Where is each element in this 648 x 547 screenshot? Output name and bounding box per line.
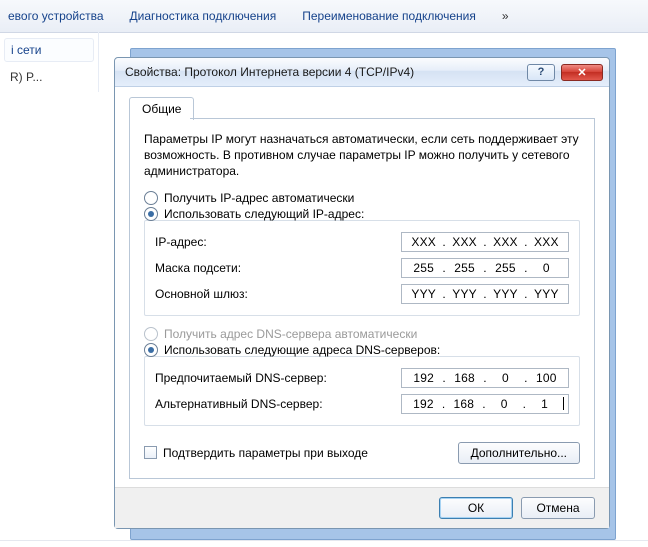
tab-strip: Общие — [129, 97, 595, 119]
input-ip-address[interactable]: XXX. XXX. XXX. XXX — [401, 232, 569, 252]
label-subnet: Маска подсети: — [155, 261, 401, 275]
radio-dns-manual-label[interactable]: Использовать следующие адреса DNS-сервер… — [164, 343, 440, 357]
checkbox-validate[interactable] — [144, 446, 157, 459]
radio-ip-manual-label[interactable]: Использовать следующий IP-адрес: — [164, 207, 364, 221]
radio-ip-auto-label[interactable]: Получить IP-адрес автоматически — [164, 191, 354, 205]
label-gateway: Основной шлюз: — [155, 287, 401, 301]
checkbox-validate-label[interactable]: Подтвердить параметры при выходе — [163, 446, 368, 460]
radio-dns-auto-label: Получить адрес DNS-сервера автоматически — [164, 327, 417, 341]
advanced-button[interactable]: Дополнительно... — [458, 442, 580, 464]
label-dns-pref: Предпочитаемый DNS-сервер: — [155, 371, 401, 385]
close-button[interactable]: ✕ — [561, 64, 603, 81]
radio-dns-manual[interactable] — [144, 343, 158, 357]
input-dns-alt[interactable]: 192. 168. 0. 1 — [401, 394, 569, 414]
dialog-title: Свойства: Протокол Интернета версии 4 (T… — [125, 65, 527, 79]
label-ip-address: IP-адрес: — [155, 235, 401, 249]
ipv4-properties-dialog: Свойства: Протокол Интернета версии 4 (T… — [114, 57, 610, 529]
side-item[interactable]: R) P... — [4, 68, 94, 86]
ip-group: IP-адрес: XXX. XXX. XXX. XXX Маска подсе… — [144, 220, 580, 316]
radio-dns-auto — [144, 327, 158, 341]
side-panel: і сети R) P... — [0, 32, 99, 92]
menu-item-device[interactable]: евого устройства — [8, 9, 104, 23]
help-icon: ? — [538, 66, 545, 78]
input-gateway[interactable]: YYY. YYY. YYY. YYY — [401, 284, 569, 304]
menu-bar: евого устройства Диагностика подключения… — [0, 0, 648, 33]
input-dns-pref[interactable]: 192. 168. 0. 100 — [401, 368, 569, 388]
input-subnet[interactable]: 255. 255. 255. 0 — [401, 258, 569, 278]
description-text: Параметры IP могут назначаться автоматич… — [144, 131, 580, 180]
menu-overflow-icon[interactable]: » — [502, 9, 509, 23]
dialog-button-bar: ОК Отмена — [115, 487, 609, 528]
ok-button[interactable]: ОК — [439, 497, 513, 519]
label-dns-alt: Альтернативный DNS-сервер: — [155, 397, 401, 411]
cancel-button[interactable]: Отмена — [521, 497, 595, 519]
tab-panel: Параметры IP могут назначаться автоматич… — [129, 119, 595, 479]
titlebar[interactable]: Свойства: Протокол Интернета версии 4 (T… — [115, 58, 609, 87]
side-header: і сети — [4, 38, 94, 62]
menu-item-rename[interactable]: Переименование подключения — [302, 9, 476, 23]
radio-ip-manual[interactable] — [144, 207, 158, 221]
menu-item-diagnose[interactable]: Диагностика подключения — [130, 9, 277, 23]
tab-general[interactable]: Общие — [129, 97, 194, 120]
help-button[interactable]: ? — [527, 64, 555, 81]
dns-group: Предпочитаемый DNS-сервер: 192. 168. 0. … — [144, 356, 580, 426]
status-divider — [0, 540, 648, 547]
close-icon: ✕ — [577, 66, 586, 79]
radio-ip-auto[interactable] — [144, 191, 158, 205]
